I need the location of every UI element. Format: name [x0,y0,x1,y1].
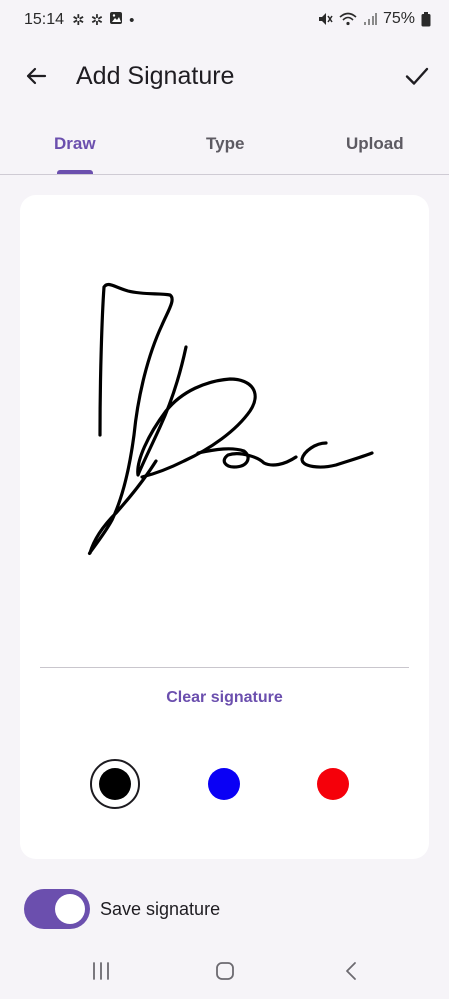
chevron-left-icon [346,962,356,980]
save-signature-row: Save signature [24,888,424,930]
nav-back-button[interactable] [336,956,366,986]
color-picker [20,755,429,815]
color-swatch-black[interactable] [99,768,131,800]
asterisk-icon: ✲ [90,12,104,29]
confirm-button[interactable] [401,60,433,92]
status-bar: 15:14 ✲ ✲ • 75% [0,0,449,40]
active-tab-indicator [57,170,93,174]
status-time: 15:14 [24,11,65,28]
home-icon [216,962,234,980]
tab-draw[interactable]: Draw [54,134,96,154]
tab-type[interactable]: Type [206,134,244,154]
image-icon [109,11,123,29]
check-icon [405,67,429,85]
asterisk-icon: ✲ [72,12,85,29]
recents-icon [93,962,109,980]
arrow-left-icon [26,67,47,85]
save-signature-toggle[interactable] [24,889,90,929]
status-notification-icons: ✲ ✲ • [72,11,135,30]
tab-upload[interactable]: Upload [346,134,404,154]
color-swatch-red[interactable] [317,768,349,800]
toggle-thumb [55,894,85,924]
battery-icon [421,11,431,27]
signature-stroke [87,282,374,555]
dot-icon: • [129,11,135,29]
status-system-icons: 75% [317,10,431,28]
system-nav-bar [0,940,449,999]
signature-baseline [40,667,409,668]
mute-icon [317,11,333,27]
home-button[interactable] [210,956,240,986]
wifi-icon [339,12,357,26]
signature-card: Clear signature [20,195,429,859]
clear-signature-button[interactable]: Clear signature [20,689,429,707]
color-swatch-blue[interactable] [208,768,240,800]
signal-icon [363,12,377,26]
signature-canvas[interactable] [20,195,429,665]
tab-bar: Draw Type Upload [0,120,449,175]
app-bar: Add Signature [0,40,449,112]
recents-button[interactable] [86,956,116,986]
battery-percent: 75% [382,10,415,27]
page-title: Add Signature [76,62,235,90]
back-button[interactable] [20,60,52,92]
save-signature-label: Save signature [100,899,221,919]
